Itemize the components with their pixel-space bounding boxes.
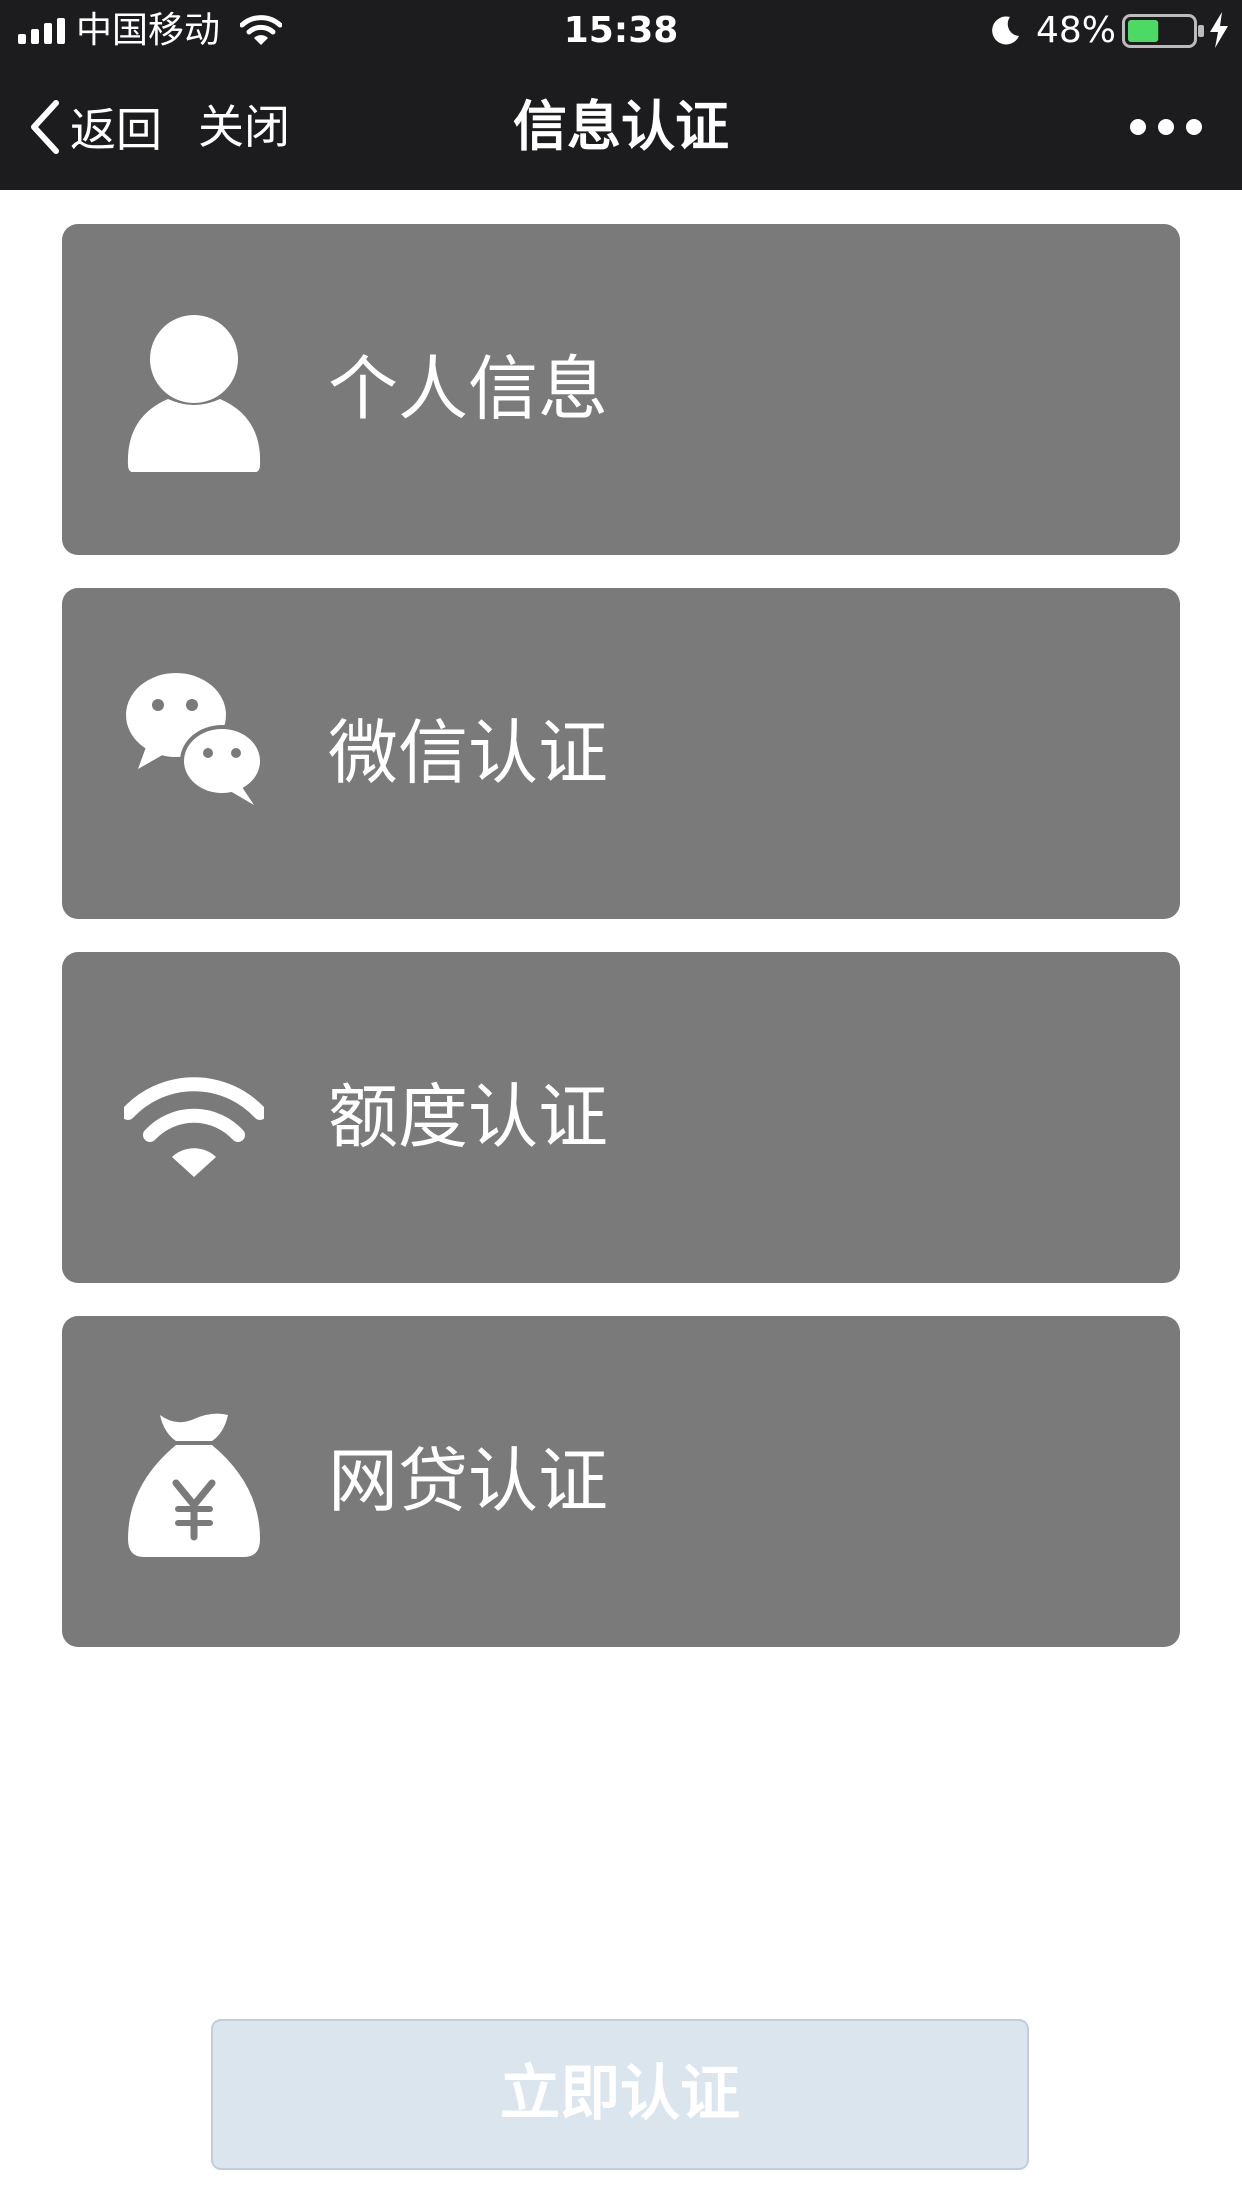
wechat-icon <box>126 673 264 805</box>
wifi-icon <box>124 1077 264 1177</box>
moon-icon <box>992 16 1019 45</box>
page-title: 信息认证 <box>513 95 729 158</box>
card-personal-info[interactable]: 个人信息 <box>62 224 1180 555</box>
close-button[interactable]: 关闭 <box>198 92 290 162</box>
card-label: 个人信息 <box>328 348 608 430</box>
verify-now-button[interactable]: 立即认证 <box>211 2019 1029 2170</box>
card-wechat[interactable]: 微信认证 <box>62 588 1180 919</box>
back-label: 返回 <box>70 103 162 157</box>
back-button[interactable]: 返回 <box>26 92 162 162</box>
card-label: 微信认证 <box>328 712 608 794</box>
more-dots-icon[interactable] <box>1128 102 1204 152</box>
signal-icon <box>18 18 65 44</box>
money-bag-icon <box>128 1413 260 1557</box>
card-credit-limit[interactable]: 额度认证 <box>62 952 1180 1283</box>
card-label: 网贷认证 <box>328 1440 608 1522</box>
status-bar: 中国移动 15:38 48% <box>0 0 1242 62</box>
card-online-loan[interactable]: 网贷认证 <box>62 1316 1180 1647</box>
battery-icon <box>1122 14 1204 48</box>
charging-bolt-icon <box>1210 12 1228 48</box>
verification-list: 个人信息 微信认证 额度认证 网贷认证 <box>62 224 1180 1680</box>
chevron-left-icon <box>31 100 59 154</box>
carrier-name: 中国移动 <box>76 10 221 51</box>
card-label: 额度认证 <box>328 1076 608 1158</box>
nav-bar: 返回 关闭 信息认证 <box>0 62 1242 190</box>
wifi-status-icon <box>240 15 282 45</box>
person-icon <box>127 315 261 472</box>
battery-percent: 48% <box>1036 10 1117 51</box>
